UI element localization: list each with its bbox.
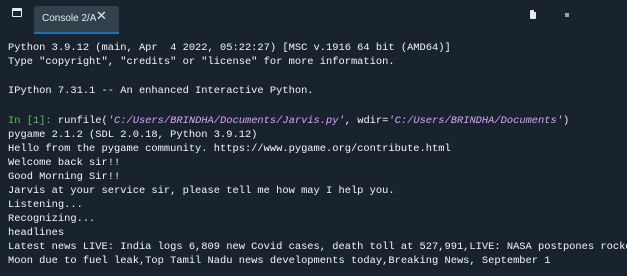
console-line: Latest news LIVE: India logs 6,809 new C… [8, 241, 627, 253]
close-icon[interactable]: ✕ [96, 10, 107, 24]
input-wdir-arg: 'C:/Users/BRINDHA/Documents' [388, 115, 563, 127]
console-line: Type "copyright", "credits" or "license"… [8, 56, 395, 68]
console-line: Moon due to fuel leak,Top Tamil Nadu new… [8, 255, 551, 267]
console-line: Good Morning Sir!! [8, 171, 121, 183]
tab-label: Console 2/A [42, 13, 97, 24]
console-line: Welcome back sir!! [8, 157, 121, 169]
console-line: pygame 2.1.2 (SDL 2.0.18, Python 3.9.12) [8, 129, 258, 141]
input-file-arg: 'C:/Users/BRINDHA/Documents/Jarvis.py' [107, 115, 345, 127]
input-func: runfile( [51, 115, 108, 127]
console-line: Jarvis at your service sir, please tell … [8, 185, 395, 197]
console-output[interactable]: Python 3.9.12 (main, Apr 4 2022, 05:22:2… [0, 36, 627, 276]
console-line: Listening... [8, 199, 83, 211]
ipython-console-window: Console 2/A ✕ Python 3.9.12 (main, Apr 4… [0, 0, 627, 276]
tab-console[interactable]: Console 2/A ✕ [34, 6, 119, 34]
console-line: IPython 7.31.1 -- An enhanced Interactiv… [8, 85, 314, 97]
input-end: ) [562, 115, 570, 127]
input-line: In [1]: runfile('C:/Users/BRINDHA/Docume… [8, 115, 569, 127]
console-line: headlines [8, 227, 65, 239]
input-prompt: In [1]: [8, 115, 52, 127]
console-line: Python 3.9.12 (main, Apr 4 2022, 05:22:2… [8, 42, 451, 54]
tab-bar: Console 2/A ✕ [0, 0, 627, 34]
tab-menu-icon[interactable] [12, 8, 22, 17]
options-icon[interactable] [565, 13, 569, 17]
document-icon[interactable] [530, 10, 536, 19]
console-line: Recognizing... [8, 213, 96, 225]
input-mid: , wdir= [344, 115, 389, 127]
console-line: Hello from the pygame community. https:/… [8, 143, 451, 155]
